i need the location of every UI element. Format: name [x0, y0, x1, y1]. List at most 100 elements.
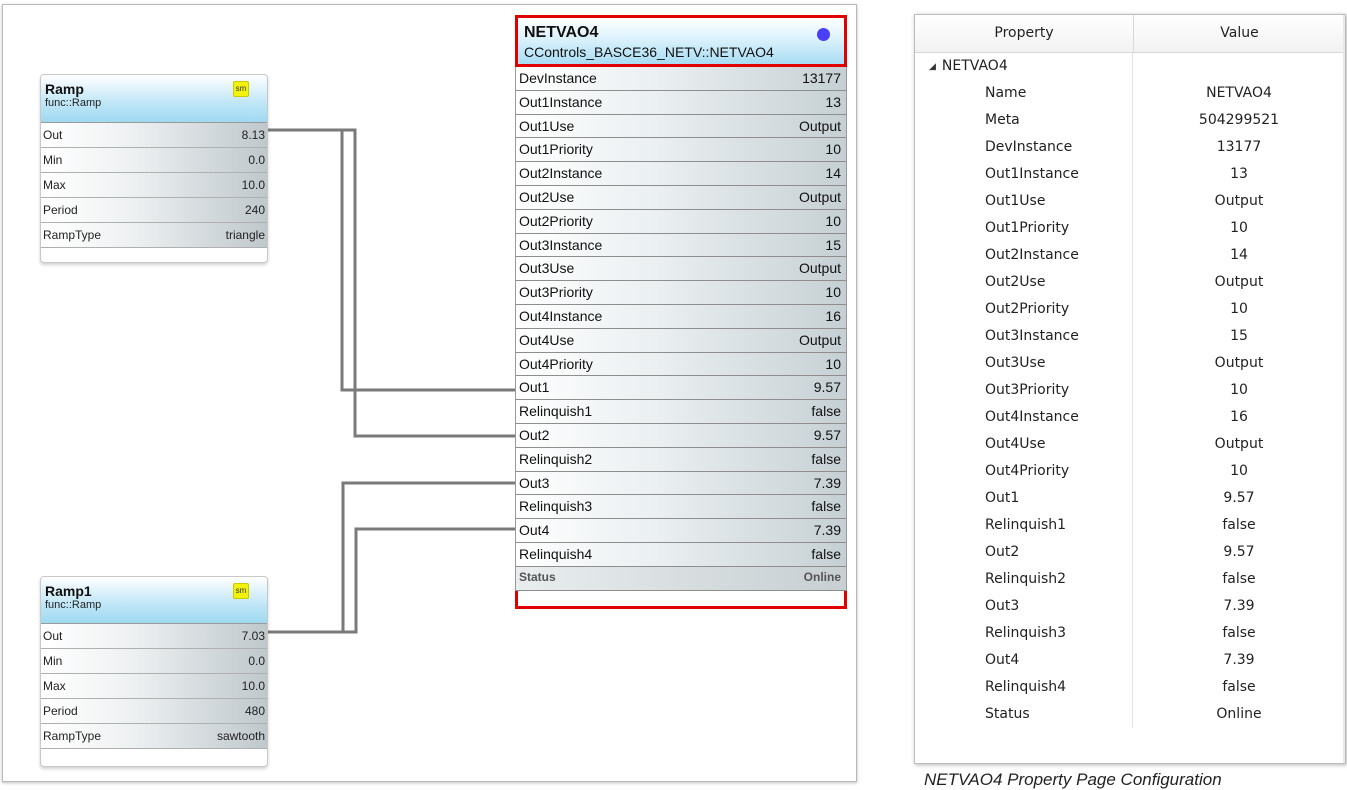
property-row-status[interactable]: Status Online	[915, 701, 1345, 728]
property-row-out4-priority[interactable]: Out4Priority 10	[915, 458, 1345, 485]
collapse-triangle-icon[interactable]: ◢	[929, 54, 936, 81]
netvao4-block[interactable]: NETVAO4 CControls_BASCE36_NETV::NETVAO4 …	[515, 15, 847, 609]
property-value[interactable]: 9.57	[1133, 539, 1345, 566]
property-row-relinquish4[interactable]: Relinquish4 false	[915, 674, 1345, 701]
property-row-relinquish1[interactable]: Relinquish1 false	[915, 512, 1345, 539]
ramp-block[interactable]: Ramp func::Ramp sm Out 8.13 Min 0.0 Max 10.0 P…	[40, 74, 268, 263]
property-value[interactable]: false	[1133, 512, 1345, 539]
ramp-block-header[interactable]: Ramp func::Ramp sm	[41, 75, 267, 123]
property-row-out2[interactable]: Out2 9.57	[915, 539, 1345, 566]
property-row-name[interactable]: Name NETVAO4	[915, 80, 1345, 107]
property-row-out4-instance[interactable]: Out4Instance 16	[915, 404, 1345, 431]
column-header-property[interactable]: Property	[915, 15, 1134, 52]
slot-row-out3-priority[interactable]: Out3Priority 10	[516, 281, 846, 305]
slot-row-out1[interactable]: Out1 9.57	[516, 376, 846, 401]
property-value[interactable]: 504299521	[1133, 107, 1345, 134]
slot-row-ramp-type[interactable]: RampType triangle	[41, 223, 267, 248]
slot-row-min[interactable]: Min 0.0	[41, 148, 267, 173]
property-row-out3-use[interactable]: Out3Use Output	[915, 350, 1345, 377]
property-row-out3-instance[interactable]: Out3Instance 15	[915, 323, 1345, 350]
netvao4-block-header[interactable]: NETVAO4 CControls_BASCE36_NETV::NETVAO4	[515, 15, 847, 67]
tree-root-row[interactable]: ◢ NETVAO4	[915, 53, 1345, 80]
column-header-value[interactable]: Value	[1134, 15, 1345, 52]
property-value[interactable]: 9.57	[1133, 485, 1345, 512]
property-row-dev-instance[interactable]: DevInstance 13177	[915, 134, 1345, 161]
property-row-relinquish3[interactable]: Relinquish3 false	[915, 620, 1345, 647]
property-row-out1[interactable]: Out1 9.57	[915, 485, 1345, 512]
property-row-meta[interactable]: Meta 504299521	[915, 107, 1345, 134]
property-value[interactable]: Output	[1133, 431, 1345, 458]
property-value[interactable]: Output	[1133, 188, 1345, 215]
slot-row-dev-instance[interactable]: DevInstance 13177	[516, 67, 846, 91]
slot-row-relinquish4[interactable]: Relinquish4 false	[516, 542, 846, 567]
slot-value: false	[811, 498, 841, 515]
slot-row-period[interactable]: Period 480	[41, 699, 267, 724]
property-row-out1-instance[interactable]: Out1Instance 13	[915, 161, 1345, 188]
slot-row-min[interactable]: Min 0.0	[41, 649, 267, 674]
slot-row-out4-use[interactable]: Out4Use Output	[516, 328, 846, 353]
slot-row-out2-priority[interactable]: Out2Priority 10	[516, 209, 846, 234]
slot-row-out3-use[interactable]: Out3Use Output	[516, 257, 846, 282]
property-row-out3-priority[interactable]: Out3Priority 10	[915, 377, 1345, 404]
slot-row-out3[interactable]: Out3 7.39	[516, 471, 846, 496]
property-row-out3[interactable]: Out3 7.39	[915, 593, 1345, 620]
slot-row-out[interactable]: Out 7.03	[41, 624, 267, 649]
property-value[interactable]: 16	[1133, 404, 1345, 431]
property-name: Relinquish2	[985, 571, 1067, 587]
slot-row-status[interactable]: Status Online	[516, 566, 846, 591]
slot-row-max[interactable]: Max 10.0	[41, 674, 267, 699]
slot-value: false	[811, 545, 841, 562]
slot-row-relinquish1[interactable]: Relinquish1 false	[516, 400, 846, 424]
slot-value: 8.13	[241, 128, 265, 142]
slot-row-period[interactable]: Period 240	[41, 198, 267, 223]
slot-row-out2-instance[interactable]: Out2Instance 14	[516, 162, 846, 186]
property-value[interactable]: 10	[1133, 377, 1345, 404]
property-value[interactable]: 13	[1133, 161, 1345, 188]
slot-name: Out3Use	[519, 260, 575, 277]
slot-row-out1-priority[interactable]: Out1Priority 10	[516, 138, 846, 163]
slot-row-out4-instance[interactable]: Out4Instance 16	[516, 304, 846, 329]
slot-row-out[interactable]: Out 8.13	[41, 123, 267, 148]
property-row-out4-use[interactable]: Out4Use Output	[915, 431, 1345, 458]
property-row-out2-instance[interactable]: Out2Instance 14	[915, 242, 1345, 269]
property-row-relinquish2[interactable]: Relinquish2 false	[915, 566, 1345, 593]
property-value[interactable]: Output	[1133, 350, 1345, 377]
slot-row-out4[interactable]: Out4 7.39	[516, 519, 846, 543]
property-value[interactable]: NETVAO4	[1133, 80, 1345, 107]
property-value[interactable]: Online	[1133, 701, 1345, 728]
property-value[interactable]: 14	[1133, 242, 1345, 269]
property-value[interactable]: false	[1133, 620, 1345, 647]
property-row-out2-priority[interactable]: Out2Priority 10	[915, 296, 1345, 323]
slot-row-out4-priority[interactable]: Out4Priority 10	[516, 352, 846, 377]
slot-row-out2[interactable]: Out2 9.57	[516, 423, 846, 448]
ramp1-block-header[interactable]: Ramp1 func::Ramp sm	[41, 577, 267, 624]
slot-name: Out	[43, 629, 63, 643]
property-value[interactable]: 10	[1133, 215, 1345, 242]
slot-row-max[interactable]: Max 10.0	[41, 173, 267, 198]
slot-row-out1-use[interactable]: Out1Use Output	[516, 114, 846, 139]
slot-row-out1-instance[interactable]: Out1Instance 13	[516, 90, 846, 115]
slot-row-out2-use[interactable]: Out2Use Output	[516, 185, 846, 210]
property-value[interactable]: 10	[1133, 458, 1345, 485]
slot-value: 10.0	[241, 679, 265, 693]
property-row-out4[interactable]: Out4 7.39	[915, 647, 1345, 674]
property-value[interactable]: Output	[1133, 269, 1345, 296]
slot-value: 10.0	[241, 178, 265, 192]
slot-row-relinquish3[interactable]: Relinquish3 false	[516, 495, 846, 520]
property-value[interactable]: false	[1133, 674, 1345, 701]
slot-row-out3-instance[interactable]: Out3Instance 15	[516, 233, 846, 258]
ramp1-block[interactable]: Ramp1 func::Ramp sm Out 7.03 Min 0.0 Max 10.0…	[40, 576, 268, 767]
property-sheet-scrollbar[interactable]	[1343, 15, 1345, 763]
property-value[interactable]: false	[1133, 566, 1345, 593]
property-row-out1-use[interactable]: Out1Use Output	[915, 188, 1345, 215]
property-row-out1-priority[interactable]: Out1Priority 10	[915, 215, 1345, 242]
property-value[interactable]: 7.39	[1133, 593, 1345, 620]
slot-row-ramp-type[interactable]: RampType sawtooth	[41, 724, 267, 749]
property-value[interactable]: 10	[1133, 296, 1345, 323]
slot-value: 240	[244, 203, 265, 217]
slot-row-relinquish2[interactable]: Relinquish2 false	[516, 447, 846, 472]
property-value[interactable]: 13177	[1133, 134, 1345, 161]
property-value[interactable]: 15	[1133, 323, 1345, 350]
property-row-out2-use[interactable]: Out2Use Output	[915, 269, 1345, 296]
property-value[interactable]: 7.39	[1133, 647, 1345, 674]
